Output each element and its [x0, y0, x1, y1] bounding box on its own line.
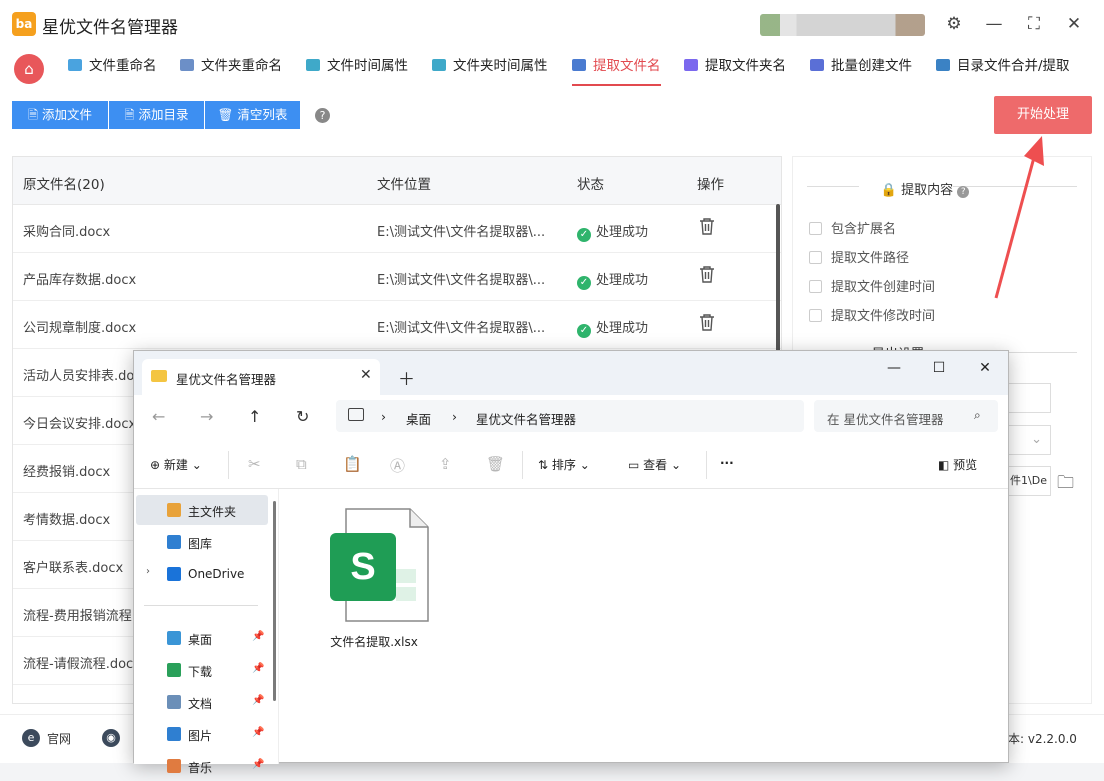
explorer-close-button[interactable]: ✕ [975, 360, 995, 376]
breadcrumb-folder[interactable]: 星优文件名管理器 [476, 409, 576, 428]
file-badge: S [350, 546, 375, 588]
explorer-titlebar: 星优文件名管理器 ✕ ＋ — ☐ ✕ [134, 351, 1008, 395]
rename-icon[interactable]: Ⓐ [390, 455, 405, 476]
explorer-maximize-button[interactable]: ☐ [929, 360, 949, 376]
file-name: 文件名提取.xlsx [330, 635, 418, 649]
explorer-navbar: ← → ↑ ↻ › 桌面 › 星优文件名管理器 在 星优文件名管理器 ⌕ [134, 395, 1008, 441]
chevron-right-icon: › [452, 409, 457, 424]
chevron-right-icon: › [381, 409, 386, 424]
explorer-commandbar: ⊕ 新建 ⌄ ✂ ⧉ 📋 Ⓐ ⇪ 🗑 ⇅ 排序 ⌄ ▭ 查看 ⌄ ··· ◧ 预… [134, 441, 1008, 489]
home-icon [167, 503, 181, 517]
explorer-tab[interactable]: 星优文件名管理器 ✕ [142, 359, 380, 395]
file-item[interactable]: S 文件名提取.xlsx [314, 503, 434, 653]
search-icon: ⌕ [974, 408, 981, 422]
desktop-icon [167, 631, 181, 645]
nav-item-cloud[interactable]: › OneDrive [136, 559, 268, 589]
nav-item-download[interactable]: 下载 📌 [134, 655, 266, 685]
pin-icon[interactable]: 📌 [252, 695, 264, 706]
pin-icon[interactable]: 📌 [252, 759, 264, 770]
nav-label: OneDrive [188, 567, 245, 581]
cut-icon[interactable]: ✂ [248, 455, 261, 473]
chevron-right-icon[interactable]: › [146, 566, 150, 577]
explorer-minimize-button[interactable]: — [884, 360, 904, 376]
pin-icon[interactable]: 📌 [252, 727, 264, 738]
divider [522, 451, 523, 479]
cloud-icon [167, 567, 181, 581]
explorer-nav-pane: 主文件夹图库 › OneDrive 桌面 📌 下载 📌 文档 📌 图片 📌 音乐 📌 [134, 489, 279, 775]
nav-label: 图库 [188, 537, 213, 551]
up-icon[interactable]: ↑ [248, 407, 261, 426]
folder-icon [151, 370, 167, 382]
music-icon [167, 759, 181, 773]
picture-icon [167, 727, 181, 741]
refresh-icon[interactable]: ↻ [296, 407, 309, 426]
button-label: 排序 [551, 458, 576, 472]
nav-label: 下载 [188, 665, 213, 679]
nav-item-document[interactable]: 文档 📌 [134, 687, 266, 717]
gallery-icon [167, 535, 181, 549]
nav-item-gallery[interactable]: 图库 [136, 527, 268, 557]
document-icon [167, 695, 181, 709]
pin-icon[interactable]: 📌 [252, 631, 264, 642]
divider [706, 451, 707, 479]
breadcrumb-desktop[interactable]: 桌面 [406, 409, 431, 428]
nav-item-desktop[interactable]: 桌面 📌 [134, 623, 266, 653]
nav-item-picture[interactable]: 图片 📌 [134, 719, 266, 749]
paste-icon[interactable]: 📋 [343, 455, 362, 473]
nav-label: 桌面 [188, 633, 213, 647]
computer-icon [348, 408, 364, 421]
back-icon[interactable]: ← [152, 407, 165, 426]
forward-icon[interactable]: → [200, 407, 213, 426]
copy-icon[interactable]: ⧉ [296, 455, 307, 473]
view-button[interactable]: ▭ 查看 ⌄ [628, 456, 681, 473]
pin-icon[interactable]: 📌 [252, 663, 264, 674]
share-icon[interactable]: ⇪ [439, 455, 452, 473]
address-bar[interactable]: › 桌面 › 星优文件名管理器 [336, 400, 804, 432]
divider [228, 451, 229, 479]
more-button[interactable]: ··· [720, 456, 734, 470]
nav-label: 文档 [188, 697, 213, 711]
nav-label: 图片 [188, 729, 213, 743]
spreadsheet-icon: S [330, 508, 429, 622]
nav-label: 主文件夹 [188, 505, 237, 519]
preview-button[interactable]: ◧ 预览 [938, 456, 977, 473]
button-label: 查看 [643, 458, 668, 472]
sort-button[interactable]: ⇅ 排序 ⌄ [538, 456, 590, 473]
explorer-tab-title: 星优文件名管理器 [176, 372, 277, 387]
nav-item-home[interactable]: 主文件夹 [136, 495, 268, 525]
divider [144, 605, 258, 606]
close-tab-icon[interactable]: ✕ [360, 367, 372, 383]
button-label: 新建 [163, 458, 188, 472]
arrow-line [994, 149, 1038, 299]
nav-item-music[interactable]: 音乐 📌 [134, 751, 266, 781]
button-label: 预览 [953, 458, 978, 472]
new-button[interactable]: ⊕ 新建 ⌄ [150, 456, 202, 473]
new-tab-button[interactable]: ＋ [398, 365, 415, 390]
search-input[interactable]: 在 星优文件名管理器 ⌕ [814, 400, 998, 432]
download-icon [167, 663, 181, 677]
nav-scrollbar[interactable] [273, 501, 276, 701]
search-placeholder: 在 星优文件名管理器 [827, 412, 944, 427]
delete-icon[interactable]: 🗑 [486, 455, 505, 473]
nav-label: 音乐 [188, 761, 213, 775]
file-explorer-window: 星优文件名管理器 ✕ ＋ — ☐ ✕ ← → ↑ ↻ › 桌面 › 星优文件名管… [133, 350, 1009, 775]
file-list: S 文件名提取.xlsx [284, 489, 1004, 761]
